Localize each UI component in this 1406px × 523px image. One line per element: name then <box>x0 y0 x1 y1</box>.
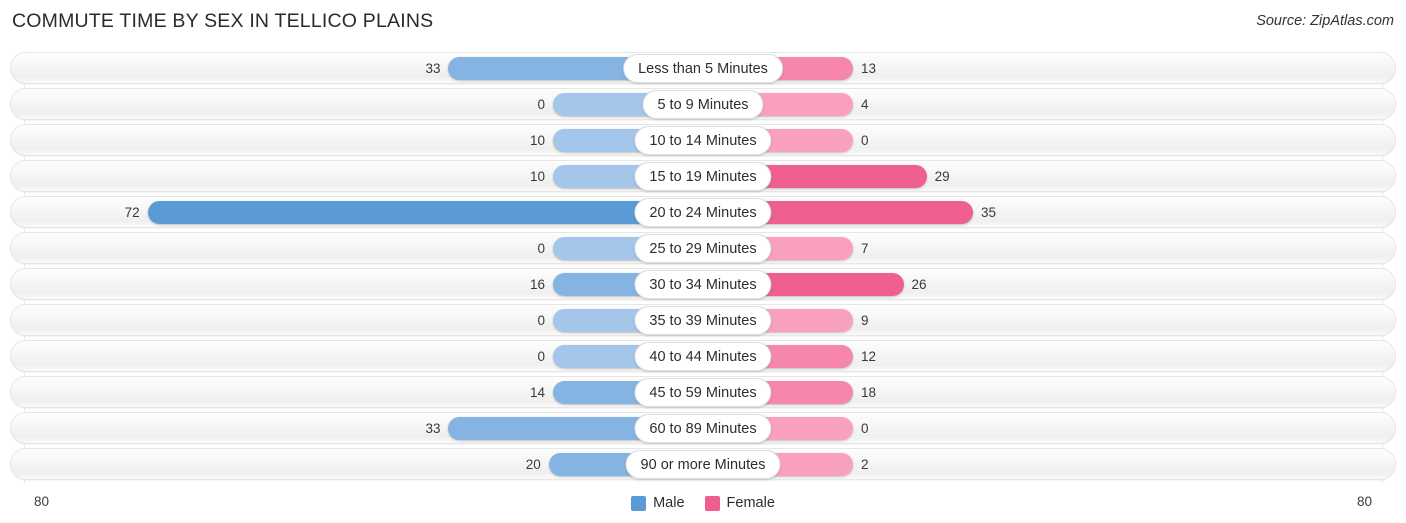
value-label-female: 29 <box>934 169 950 184</box>
category-label-pill[interactable]: 60 to 89 Minutes <box>634 414 772 443</box>
value-label-female: 26 <box>911 277 927 292</box>
value-label-male: 72 <box>124 205 140 220</box>
chart-row[interactable]: 0 7 25 to 29 Minutes <box>10 231 1396 267</box>
category-label-pill[interactable]: 10 to 14 Minutes <box>634 126 772 155</box>
chart-row[interactable]: 0 9 35 to 39 Minutes <box>10 303 1396 339</box>
category-label-pill[interactable]: 45 to 59 Minutes <box>634 378 772 407</box>
chart-row[interactable]: 72 35 20 to 24 Minutes <box>10 195 1396 231</box>
chart-row[interactable]: 33 0 60 to 89 Minutes <box>10 411 1396 447</box>
category-label-pill[interactable]: 15 to 19 Minutes <box>634 162 772 191</box>
chart-row[interactable]: 16 26 30 to 34 Minutes <box>10 267 1396 303</box>
value-label-male: 33 <box>425 61 441 76</box>
category-label-pill[interactable]: 25 to 29 Minutes <box>634 234 772 263</box>
legend-label-male: Male <box>653 495 685 511</box>
value-label-male: 33 <box>425 421 441 436</box>
bar-male[interactable] <box>147 201 703 224</box>
value-label-female: 7 <box>861 241 869 256</box>
chart-row[interactable]: 0 4 5 to 9 Minutes <box>10 87 1396 123</box>
value-label-male: 10 <box>529 133 545 148</box>
value-label-female: 9 <box>861 313 869 328</box>
value-label-male: 10 <box>529 169 545 184</box>
category-label-pill[interactable]: 30 to 34 Minutes <box>634 270 772 299</box>
value-label-male: 0 <box>537 97 545 112</box>
chart-plot-area: 33 13 Less than 5 Minutes 0 4 5 to 9 Minutes 1… <box>10 51 1396 483</box>
value-label-male: 0 <box>537 349 545 364</box>
source-attribution: Source: ZipAtlas.com <box>1256 13 1394 29</box>
category-label-pill[interactable]: 20 to 24 Minutes <box>634 198 772 227</box>
chart-row[interactable]: 20 2 90 or more Minutes <box>10 447 1396 483</box>
chart-row[interactable]: 10 29 15 to 19 Minutes <box>10 159 1396 195</box>
value-label-female: 12 <box>861 349 877 364</box>
category-label-pill[interactable]: 35 to 39 Minutes <box>634 306 772 335</box>
category-label-pill[interactable]: Less than 5 Minutes <box>623 54 783 83</box>
chart-row[interactable]: 14 18 45 to 59 Minutes <box>10 375 1396 411</box>
value-label-female: 13 <box>861 61 877 76</box>
chart-legend: Male Female <box>0 495 1406 511</box>
page-title: COMMUTE TIME BY SEX IN TELLICO PLAINS <box>12 10 434 32</box>
value-label-female: 18 <box>861 385 877 400</box>
chart-row[interactable]: 10 0 10 to 14 Minutes <box>10 123 1396 159</box>
value-label-male: 0 <box>537 313 545 328</box>
value-label-female: 35 <box>980 205 996 220</box>
legend-item-male[interactable]: Male <box>631 495 685 511</box>
chart-root: COMMUTE TIME BY SEX IN TELLICO PLAINS So… <box>0 0 1406 523</box>
legend-swatch-male <box>631 495 647 511</box>
legend-item-female[interactable]: Female <box>704 495 775 511</box>
legend-label-female: Female <box>726 495 775 511</box>
legend-swatch-female <box>704 495 720 511</box>
value-label-male: 14 <box>529 385 545 400</box>
category-label-pill[interactable]: 90 or more Minutes <box>625 450 781 479</box>
chart-row[interactable]: 33 13 Less than 5 Minutes <box>10 51 1396 87</box>
chart-row[interactable]: 0 12 40 to 44 Minutes <box>10 339 1396 375</box>
value-label-female: 0 <box>861 133 869 148</box>
value-label-male: 16 <box>529 277 545 292</box>
value-label-male: 20 <box>525 457 541 472</box>
category-label-pill[interactable]: 40 to 44 Minutes <box>634 342 772 371</box>
value-label-female: 4 <box>861 97 869 112</box>
category-label-pill[interactable]: 5 to 9 Minutes <box>642 90 764 119</box>
value-label-female: 2 <box>861 457 869 472</box>
value-label-female: 0 <box>861 421 869 436</box>
value-label-male: 0 <box>537 241 545 256</box>
